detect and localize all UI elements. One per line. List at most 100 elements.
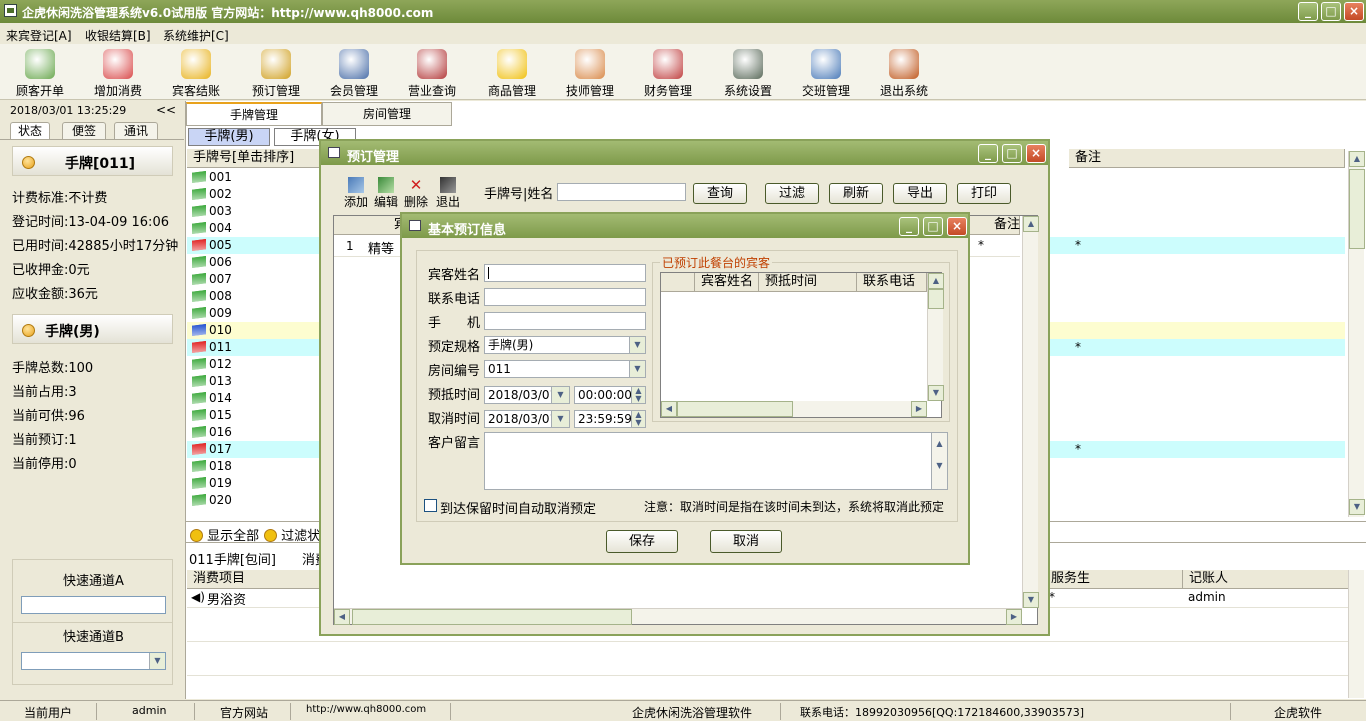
toolbar-button-10[interactable]: 系统设置 (710, 46, 786, 98)
status-contact: 联系电话：18992030956[QQ:172184600,33903573] (800, 706, 1085, 719)
scroll-up-button[interactable]: ▲ (1349, 151, 1365, 167)
subtab-male[interactable]: 手牌(男) (188, 128, 270, 146)
grid-scrollbar[interactable]: ▲ ▼ (1348, 151, 1365, 517)
chevron-down-icon[interactable]: ▼ (629, 361, 645, 377)
mobile-input[interactable] (484, 312, 646, 330)
tab-rooms[interactable]: 房间管理 (322, 102, 452, 126)
chevron-down-icon[interactable]: ▼ (551, 387, 569, 403)
minimize-button[interactable]: _ (1298, 2, 1318, 21)
auto-cancel-checkbox[interactable] (424, 499, 437, 512)
toolbar-button-12[interactable]: 退出系统 (866, 46, 942, 98)
delete-icon: ✕ (409, 176, 423, 194)
collapse-panel-button[interactable]: << (156, 103, 176, 117)
message-textarea[interactable]: ▲ ▼ (484, 432, 948, 490)
chevron-down-icon[interactable]: ▼ (551, 411, 569, 427)
booking-maximize-button[interactable]: □ (1002, 144, 1022, 163)
maximize-button[interactable]: □ (1321, 2, 1341, 21)
print-button[interactable]: 打印 (957, 183, 1011, 204)
scroll-right-button[interactable]: ▶ (911, 401, 927, 417)
filter-button[interactable]: 过滤 (765, 183, 819, 204)
cancel-button[interactable]: 取消 (710, 530, 782, 553)
tab-wristband[interactable]: 手牌管理 (186, 102, 322, 126)
detail-scrollbar[interactable] (1348, 570, 1364, 698)
toolbar-button-9[interactable]: 财务管理 (630, 46, 706, 98)
basic-minimize-button[interactable]: _ (899, 217, 919, 236)
arrive-date-picker[interactable]: 2018/03/01 ▼ (484, 386, 570, 404)
refresh-button[interactable]: 刷新 (829, 183, 883, 204)
booked-vscroll[interactable]: ▲ ▼ (927, 273, 944, 401)
toolbar-button-11[interactable]: 交班管理 (788, 46, 864, 98)
booking-close-button[interactable]: × (1026, 144, 1046, 163)
tab-contacts[interactable]: 通讯 (114, 122, 158, 140)
hscroll-thumb[interactable] (352, 609, 632, 625)
menu-maintenance[interactable]: 系统维护[C] (163, 27, 229, 44)
column-header-note[interactable]: 备注 (1069, 149, 1345, 168)
toolbar-button-5[interactable]: 会员管理 (316, 46, 392, 98)
scroll-right-button[interactable]: ▶ (1006, 609, 1022, 625)
scroll-up-button[interactable]: ▲ (928, 273, 944, 289)
flag-icon (192, 307, 206, 319)
quick-channel-a-input[interactable] (21, 596, 166, 614)
search-input[interactable] (557, 183, 686, 201)
chevron-down-icon[interactable]: ▼ (149, 653, 165, 669)
delete-tool[interactable]: ✕ 删除 (401, 177, 431, 210)
quick-channel-b-select[interactable]: ▼ (21, 652, 166, 670)
close-button[interactable]: × (1344, 2, 1364, 21)
col-guest-name[interactable]: 宾客姓名 (695, 273, 759, 292)
room-select[interactable]: 011 ▼ (484, 360, 646, 378)
flag-icon (192, 273, 206, 285)
spinner-icon[interactable]: ▲ ▼ (631, 387, 645, 403)
basic-close-button[interactable]: × (947, 217, 967, 236)
spinner-icon[interactable]: ▲ ▼ (631, 411, 645, 427)
booking-grid-hscroll[interactable]: ◀ ▶ (334, 608, 1022, 625)
toolbar-button-2[interactable]: 增加消费 (80, 46, 156, 98)
toolbar-button-7[interactable]: 商品管理 (474, 46, 550, 98)
col-arrive-time[interactable]: 预抵时间 (759, 273, 857, 292)
scroll-thumb[interactable] (1349, 169, 1365, 249)
scroll-down-button[interactable]: ▼ (1023, 592, 1039, 608)
spec-select[interactable]: 手牌(男) ▼ (484, 336, 646, 354)
basic-maximize-button[interactable]: □ (923, 217, 943, 236)
column-header-waiter[interactable]: 服务生 (1045, 570, 1183, 589)
column-header-number[interactable]: 手牌号[单击排序] (187, 149, 327, 168)
cancel-date-picker[interactable]: 2018/03/01 ▼ (484, 410, 570, 428)
menu-guest-register[interactable]: 来宾登记[A] (6, 27, 72, 44)
scroll-thumb[interactable] (928, 289, 944, 309)
chevron-down-icon[interactable]: ▼ (629, 337, 645, 353)
save-button[interactable]: 保存 (606, 530, 678, 553)
scroll-left-button[interactable]: ◀ (661, 401, 677, 417)
tab-notes[interactable]: 便签 (62, 122, 106, 140)
booking-grid-vscroll[interactable]: ▲ ▼ (1022, 216, 1039, 608)
toolbar-button-1[interactable]: 顾客开单 (2, 46, 78, 98)
toolbar-button-4[interactable]: 预订管理 (238, 46, 314, 98)
toolbar-button-8[interactable]: 技师管理 (552, 46, 628, 98)
category-info-line: 当前占用:3 (12, 385, 77, 400)
export-button[interactable]: 导出 (893, 183, 947, 204)
phone-input[interactable] (484, 288, 646, 306)
col-phone[interactable]: 联系电话 (857, 273, 927, 292)
speaker-icon: ◀) (191, 590, 205, 604)
booking-minimize-button[interactable]: _ (978, 144, 998, 163)
booked-hscroll[interactable]: ◀ ▶ (661, 401, 927, 417)
guest-name-input[interactable] (484, 264, 646, 282)
cancel-time-spinner[interactable]: 23:59:59 ▲ ▼ (574, 410, 646, 428)
scroll-left-button[interactable]: ◀ (334, 609, 350, 625)
textarea-scrollbar[interactable]: ▲ ▼ (931, 433, 947, 489)
column-header-clerk[interactable]: 记账人 (1183, 570, 1349, 589)
hscroll-thumb[interactable] (677, 401, 793, 417)
scroll-down-button[interactable]: ▼ (928, 385, 944, 401)
scroll-up-button[interactable]: ▲ (1023, 216, 1039, 232)
query-button[interactable]: 查询 (693, 183, 747, 204)
toolbar-button-3[interactable]: 宾客结账 (158, 46, 234, 98)
edit-tool[interactable]: 编辑 (371, 177, 401, 210)
left-panel: 2018/03/01 13:25:29 << 状态 便签 通讯 手牌[011] … (0, 101, 184, 699)
scroll-down-button[interactable]: ▼ (1349, 499, 1365, 515)
filter-icon (264, 529, 277, 542)
add-tool[interactable]: 添加 (341, 177, 371, 210)
status-site[interactable]: http://www.qh8000.com (306, 704, 426, 715)
toolbar-button-6[interactable]: 营业查询 (394, 46, 470, 98)
arrive-time-spinner[interactable]: 00:00:00 ▲ ▼ (574, 386, 646, 404)
tab-status[interactable]: 状态 (10, 122, 50, 140)
exit-tool[interactable]: 退出 (433, 177, 463, 210)
menu-cashier[interactable]: 收银结算[B] (85, 27, 151, 44)
